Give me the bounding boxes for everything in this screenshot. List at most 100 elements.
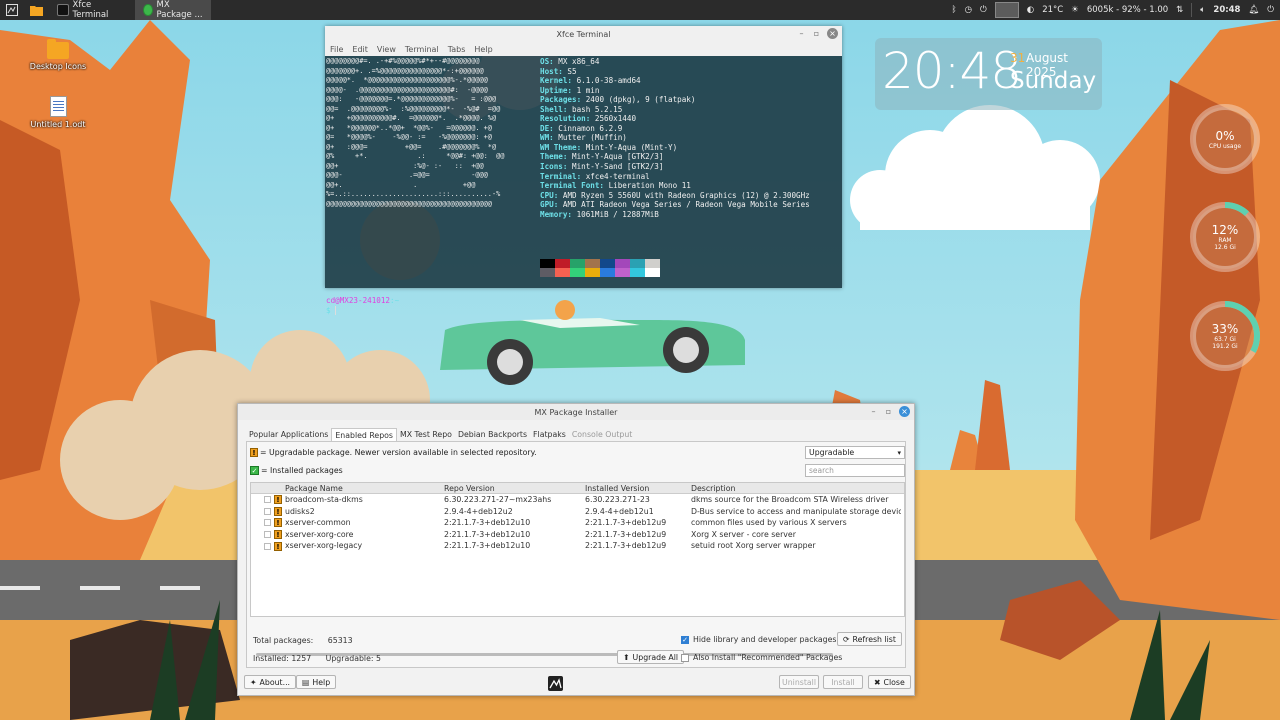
info-key: Terminal: <box>540 171 582 181</box>
help-button[interactable]: ▤ Help <box>296 675 337 689</box>
table-row[interactable]: ! xserver-xorg-legacy 2:21.1.7-3+deb12u1… <box>251 540 904 552</box>
row-checkbox[interactable] <box>264 531 271 539</box>
network-icon[interactable]: ⇅ <box>1176 5 1183 15</box>
terminal-window: Xfce Terminal – ▫ × File Edit View Termi… <box>325 26 842 315</box>
disk-usage-gauge: 33% 63.7 Gi 191.2 Gi <box>1187 298 1263 374</box>
notification-bell-icon[interactable]: 🔔︎ <box>1248 5 1259 15</box>
hide-libraries-checkbox[interactable]: ✓ Hide library and developer packages <box>681 635 836 644</box>
info-key: Memory: <box>540 209 573 219</box>
neofetch-info-line: WM: Mutter (Muffin) <box>540 133 810 143</box>
taskbar-item-package-installer[interactable]: MX Package ... <box>135 0 211 20</box>
header-repo-version[interactable]: Repo Version <box>444 483 585 493</box>
info-key: Icons: <box>540 162 568 172</box>
menu-tabs[interactable]: Tabs <box>448 45 466 54</box>
panel-clock[interactable]: 20:48 <box>1213 5 1240 15</box>
maximize-icon[interactable]: ▫ <box>812 29 821 38</box>
files-launcher[interactable] <box>24 0 49 20</box>
tab-enabled-repos[interactable]: Enabled Repos <box>331 428 397 441</box>
upgrade-all-button[interactable]: ⬆ Upgrade All <box>617 650 685 664</box>
prompt-symbol: $ <box>326 306 331 315</box>
prompt-input-line[interactable]: $ <box>326 306 341 315</box>
desktop-icon-label: Untitled 1.odt <box>30 120 86 129</box>
menu-terminal[interactable]: Terminal <box>405 45 439 54</box>
whisker-menu-button[interactable] <box>0 0 24 20</box>
refresh-list-button[interactable]: ⟳ Refresh list <box>837 632 902 646</box>
table-row[interactable]: ! broadcom-sta-dkms 6.30.223.271-27~mx23… <box>251 494 904 506</box>
install-recommended-checkbox[interactable]: Also Install "Recommended" Packages <box>681 653 842 662</box>
upgradable-badge-icon: ! <box>274 518 282 528</box>
table-row[interactable]: ! udisks2 2.9.4-4+deb12u2 2.9.4-4+deb12u… <box>251 506 904 518</box>
install-button[interactable]: Install <box>823 675 863 689</box>
power-icon[interactable]: ⏻ <box>980 5 987 15</box>
menu-view[interactable]: View <box>377 45 396 54</box>
tab-flatpaks[interactable]: Flatpaks <box>530 428 569 441</box>
bluetooth-icon[interactable]: ᛒ <box>952 5 957 15</box>
menu-file[interactable]: File <box>330 45 343 54</box>
info-key: Terminal Font: <box>540 181 605 191</box>
neofetch-info-line: Memory: 1061MiB / 12887MiB <box>540 210 810 220</box>
disk-usage-value: 33% <box>1211 322 1239 336</box>
conky-weekday: Sunday <box>1010 68 1097 94</box>
taskbar-item-terminal[interactable]: Xfce Terminal <box>49 0 135 20</box>
maximize-icon[interactable]: ▫ <box>884 407 893 416</box>
installer-tabs: Popular Applications Enabled Repos MX Te… <box>246 428 914 441</box>
taskbar-item-label: Xfce Terminal <box>72 0 109 20</box>
tab-mx-test-repo[interactable]: MX Test Repo <box>397 428 455 441</box>
filter-dropdown[interactable]: Upgradable ▾ <box>805 446 905 459</box>
close-icon[interactable]: × <box>827 28 838 39</box>
display-settings-text[interactable]: 6005k - 92% - 1.00 <box>1087 5 1168 15</box>
info-key: Packages: <box>540 95 582 105</box>
workspace-switcher[interactable] <box>994 2 1019 18</box>
chevron-down-icon: ▾ <box>897 449 901 457</box>
volume-icon[interactable]: 🔈︎ <box>1200 5 1205 15</box>
row-checkbox[interactable] <box>264 519 271 527</box>
uninstall-button[interactable]: Uninstall <box>779 675 819 689</box>
tab-debian-backports[interactable]: Debian Backports <box>455 428 530 441</box>
desktop-icon-desktop-icons[interactable]: Desktop Icons <box>28 39 88 71</box>
ram-usage-value: 12% <box>1211 223 1239 237</box>
header-description[interactable]: Description <box>691 483 901 493</box>
row-checkbox[interactable] <box>264 496 271 504</box>
installed-check-icon: ✓ <box>250 466 259 475</box>
header-package-name[interactable]: Package Name <box>285 483 444 493</box>
minimize-icon[interactable]: – <box>869 407 878 416</box>
cell-package-name: xserver-common <box>285 518 351 528</box>
installer-titlebar[interactable]: MX Package Installer – ▫ × <box>238 404 914 420</box>
info-key: GPU: <box>540 200 559 210</box>
menu-help[interactable]: Help <box>474 45 492 54</box>
table-row[interactable]: ! xserver-xorg-core 2:21.1.7-3+deb12u10 … <box>251 529 904 541</box>
about-button[interactable]: ✦ About... <box>244 675 297 689</box>
close-button[interactable]: ✖ Close <box>868 675 911 689</box>
shutdown-icon[interactable]: ⏻ <box>1267 5 1274 15</box>
help-icon: ▤ <box>302 677 310 687</box>
row-checkbox[interactable] <box>264 542 271 550</box>
desktop-icon-untitled-odt[interactable]: Untitled 1.odt <box>28 96 88 129</box>
palette-swatch <box>600 259 615 268</box>
terminal-titlebar[interactable]: Xfce Terminal – ▫ × <box>325 26 842 42</box>
cell-repo-version: 2:21.1.7-3+deb12u10 <box>444 529 531 539</box>
cell-description: Xorg X server - core server <box>691 529 796 539</box>
folder-icon <box>47 39 69 59</box>
search-input[interactable]: search <box>805 464 905 477</box>
close-icon[interactable]: × <box>899 406 910 417</box>
checkbox-unchecked-icon <box>681 653 689 662</box>
info-key: Shell: <box>540 104 568 114</box>
ram-usage-gauge: 12% RAM 12.6 Gi <box>1187 199 1263 275</box>
disk-gauge-text: 33% 63.7 Gi 191.2 Gi <box>1187 298 1263 374</box>
prompt-path: :~ <box>390 296 400 305</box>
palette-swatch <box>645 259 660 268</box>
info-value: xfce4-terminal <box>581 171 650 181</box>
palette-swatch <box>615 268 630 277</box>
system-tray: ᛒ ◷ ⏻ ◐ 21°C ☀ 6005k - 92% - 1.00 ⇅ 🔈︎ 2… <box>952 0 1280 20</box>
table-row[interactable]: ! xserver-common 2:21.1.7-3+deb12u10 2:2… <box>251 517 904 529</box>
row-checkbox[interactable] <box>264 507 271 515</box>
tab-popular-applications[interactable]: Popular Applications <box>246 428 331 441</box>
minimize-icon[interactable]: – <box>797 29 806 38</box>
header-installed-version[interactable]: Installed Version <box>585 483 691 493</box>
clock-status-icon[interactable]: ◷ <box>965 5 972 15</box>
hide-libraries-label: Hide library and developer packages <box>693 635 837 644</box>
package-table: Package Name Repo Version Installed Vers… <box>250 482 905 656</box>
menu-edit[interactable]: Edit <box>352 45 368 54</box>
temperature-text[interactable]: 21°C <box>1042 5 1063 15</box>
legend-installed: ✓ = Installed packages <box>250 466 343 475</box>
